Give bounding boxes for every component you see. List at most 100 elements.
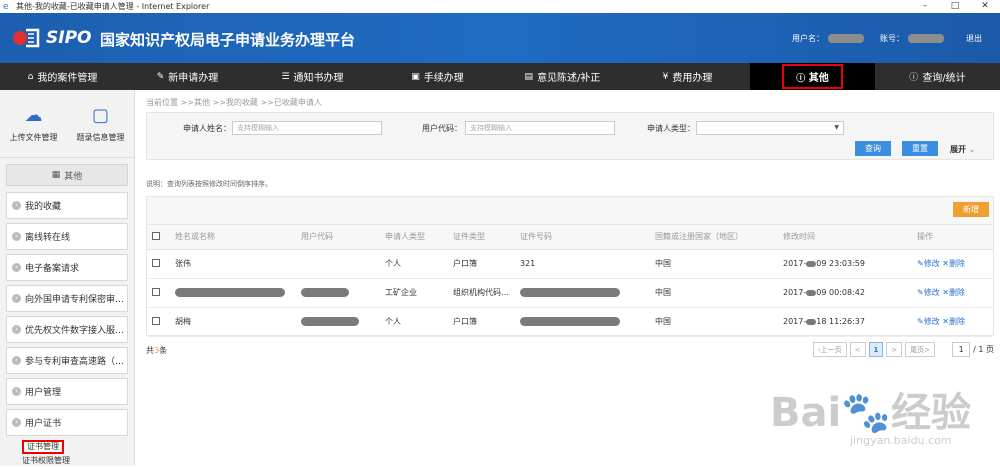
table-row: 张伟 个人 户口簿 321 中国 2017- 09 23:03:59 ✎修改 ✕删…	[147, 249, 993, 279]
edit-link[interactable]: ✎修改	[917, 259, 940, 268]
masked-text	[301, 288, 349, 297]
cell-country: 中国	[655, 278, 783, 308]
page-total: / 1 页	[973, 345, 994, 354]
edit-link[interactable]: ✎修改	[917, 317, 940, 326]
prev-page-button[interactable]: <	[849, 342, 866, 357]
row-checkbox[interactable]	[152, 316, 160, 325]
nav-label: 通知书办理	[293, 73, 344, 84]
cell-id-no	[520, 307, 655, 337]
masked-text	[520, 317, 620, 326]
nav-item-opinion[interactable]: ▤ 意见陈述/补正	[500, 63, 625, 90]
last-arrow: >	[924, 345, 931, 354]
edit-label: 修改	[923, 259, 940, 268]
nav-item-new-application[interactable]: ✎ 新申请办理	[125, 63, 250, 90]
delete-link[interactable]: ✕删除	[942, 317, 965, 326]
row-checkbox[interactable]	[152, 287, 160, 296]
applicant-name-input[interactable]: 支持模糊输入	[232, 121, 382, 135]
grid-icon: ▦	[51, 170, 61, 180]
time-suffix: 18 11:26:37	[816, 317, 865, 326]
bibliographic-manage[interactable]: ▢ 题录信息管理	[67, 90, 134, 157]
reset-button[interactable]: 重置	[902, 141, 938, 156]
submenu-cert-permission[interactable]: 证书权限管理	[22, 454, 134, 467]
minimize-button[interactable]: –	[910, 0, 940, 13]
arrow-circle-icon: ›	[12, 263, 21, 272]
cell-name	[175, 278, 301, 308]
close-button[interactable]: ✕	[970, 0, 1000, 13]
sidebar-item-secrecy-exam[interactable]: › 向外国申请专利保密审…	[6, 285, 128, 312]
cell-user-code	[301, 307, 385, 337]
sidebar-item-label: 用户管理	[25, 388, 62, 398]
cell-actions: ✎修改 ✕删除	[917, 249, 993, 279]
sort-note: 说明：查询列表按照修改时间倒序排序。	[146, 180, 272, 188]
edit-label: 修改	[923, 317, 940, 326]
username-label: 用户名：	[792, 34, 824, 43]
next-page-button[interactable]: >	[886, 342, 903, 357]
cell-actions: ✎修改 ✕删除	[917, 278, 993, 308]
watermark-brand-cn: 经验	[891, 390, 972, 436]
delete-link[interactable]: ✕删除	[942, 259, 965, 268]
window-titlebar: e 其他-我的收藏-已收藏申请人管理 - Internet Explorer –…	[0, 0, 1000, 13]
window-title: 其他-我的收藏-已收藏申请人管理 - Internet Explorer	[16, 2, 210, 11]
cell-id-no: 321	[520, 249, 655, 279]
sipo-logo-icon	[13, 28, 40, 48]
nav-item-other[interactable]: ⓘ 其他	[750, 63, 875, 90]
col-user-code: 用户代码	[301, 225, 385, 250]
query-button[interactable]: 查询	[855, 141, 891, 156]
nav-item-notices[interactable]: ☰ 通知书办理	[250, 63, 375, 90]
sidebar-item-e-filing[interactable]: › 电子备案请求	[6, 254, 128, 281]
cell-id-type: 组织机构代码…	[453, 278, 520, 308]
nav-label: 费用办理	[672, 73, 713, 84]
site-header: SIPO 国家知识产权局电子申请业务办理平台 用户名： 账号： 退出	[0, 13, 1000, 63]
page-1-button[interactable]: 1	[868, 342, 884, 357]
col-actions: 操作	[917, 225, 993, 250]
maximize-button[interactable]: □	[940, 0, 970, 13]
delete-link[interactable]: ✕删除	[942, 288, 965, 297]
edit-label: 修改	[923, 288, 940, 297]
baidu-jingyan-watermark: Bai🐾经验 jingyan.baidu.com	[770, 380, 971, 447]
nav-label: 手续办理	[423, 73, 464, 84]
sidebar-item-user-cert[interactable]: › 用户证书	[6, 409, 128, 436]
cloud-upload-icon: ☁	[24, 104, 43, 126]
nav-item-my-cases[interactable]: ⌂ 我的案件管理	[0, 63, 125, 90]
row-checkbox[interactable]	[152, 258, 160, 267]
user-code-input[interactable]: 支持模糊输入	[465, 121, 615, 135]
sidebar-item-label: 参与专利审查高速路（…	[25, 357, 125, 367]
edit-link[interactable]: ✎修改	[917, 288, 940, 297]
applicant-table: 姓名或名称 用户代码 申请人类型 证件类型 证件号码 国籍或注册国家（地区） 修…	[147, 225, 993, 337]
expand-label: 展开	[950, 145, 966, 154]
first-page-button[interactable]: ‹ 上一页	[812, 342, 847, 357]
sidebar-item-label: 用户证书	[25, 419, 62, 429]
sidebar-item-offline-online[interactable]: › 离线转在线	[6, 223, 128, 250]
submenu-cert-manage[interactable]: 证书管理	[22, 440, 64, 454]
info-icon: ⓘ	[909, 73, 919, 83]
arrow-circle-icon: ›	[12, 356, 21, 365]
sidebar-quick-tools: ☁ 上传文件管理 ▢ 题录信息管理	[0, 90, 134, 158]
cell-name: 张伟	[175, 249, 301, 279]
last-page-button[interactable]: 尾页 >	[905, 342, 936, 357]
time-prefix: 2017-	[783, 317, 807, 326]
sidebar-item-user-manage[interactable]: › 用户管理	[6, 378, 128, 405]
cell-user-code	[301, 278, 385, 308]
watermark-brand: Bai	[770, 390, 842, 436]
tool-label: 题录信息管理	[76, 132, 125, 142]
logout-link[interactable]: 退出	[966, 33, 982, 44]
nav-item-query[interactable]: ⓘ 查询/统计	[875, 63, 1000, 90]
add-button[interactable]: 新增	[953, 202, 989, 217]
masked-text	[301, 317, 359, 326]
prev-label: 上一页	[820, 345, 842, 354]
expand-toggle[interactable]: 展开 ⌄	[950, 144, 976, 155]
goto-page-input[interactable]: 1	[952, 342, 971, 357]
chat-icon: ▢	[91, 104, 109, 126]
sidebar-item-favorites[interactable]: › 我的收藏	[6, 192, 128, 219]
doc-icon: ▣	[411, 71, 420, 82]
select-all-checkbox[interactable]	[152, 231, 160, 240]
applicant-type-select[interactable]: ▼	[696, 121, 844, 135]
nav-label: 意见陈述/补正	[537, 73, 601, 84]
nav-item-fees[interactable]: ¥ 费用办理	[625, 63, 750, 90]
home-icon: ⌂	[27, 71, 34, 82]
sidebar-item-priority-das[interactable]: › 优先权文件数字接入服…	[6, 316, 128, 343]
upload-file-manage[interactable]: ☁ 上传文件管理	[0, 90, 67, 157]
nav-item-procedures[interactable]: ▣ 手续办理	[375, 63, 500, 90]
cell-id-type: 户口簿	[453, 249, 520, 279]
sidebar-item-pph[interactable]: › 参与专利审查高速路（…	[6, 347, 128, 374]
